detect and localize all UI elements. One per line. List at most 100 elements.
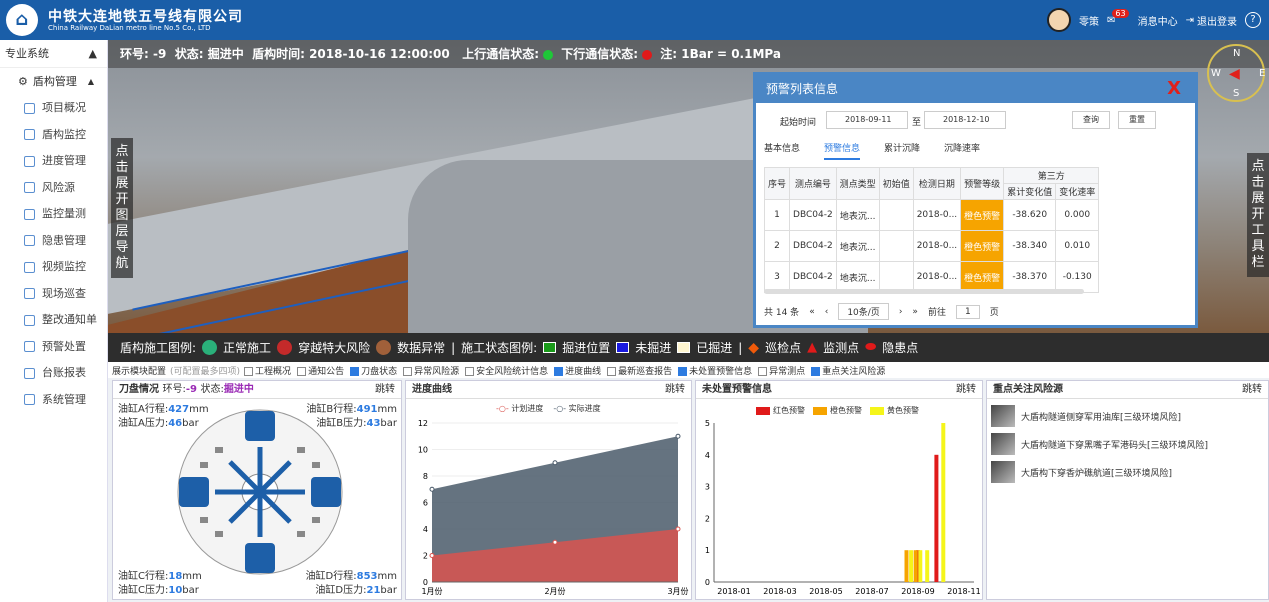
- legend-swatch: [870, 406, 884, 415]
- dialog-tab[interactable]: 预警信息: [824, 141, 861, 160]
- sidebar-system-toggle[interactable]: 专业系统 ▲: [0, 40, 107, 68]
- table-row[interactable]: 3 DBC04-2 地表沉... 2018-0... 橙色预警 -38.370 -0.130: [763, 261, 1100, 293]
- table-header: 测点类型: [835, 167, 880, 200]
- config-checkbox[interactable]: 未处置预警信息: [678, 364, 752, 377]
- config-checkbox[interactable]: 最新巡查报告: [607, 364, 672, 377]
- risk-label: 大盾构隧道侧穿军用油库[三级环境风险]: [1021, 412, 1182, 423]
- help-icon[interactable]: ?: [1245, 12, 1261, 28]
- last-page-button[interactable]: »: [912, 307, 918, 317]
- start-date-input[interactable]: 2018-09-11: [826, 111, 908, 129]
- dialog-tab[interactable]: 沉降速率: [944, 141, 980, 160]
- menu-icon: [24, 314, 35, 326]
- table-row[interactable]: 1 DBC04-2 地表沉... 2018-0... 橙色预警 -38.620 0.000: [763, 199, 1100, 231]
- table-cell: 0.000: [1055, 199, 1100, 231]
- config-checkbox[interactable]: 重点关注风险源: [811, 364, 885, 377]
- risk-jump-link[interactable]: 跳转: [1242, 381, 1262, 398]
- page-size-select[interactable]: 10条/页: [838, 303, 889, 320]
- risk-item[interactable]: 大盾构下穿香炉礁航道[三级环境风险]: [991, 461, 1268, 483]
- risk-item[interactable]: 大盾构隧道下穿黑嘴子军港码头[三级环境风险]: [991, 433, 1268, 455]
- first-page-button[interactable]: «: [809, 307, 815, 317]
- layer-nav-toggle[interactable]: 点击展开图层导航: [111, 138, 133, 278]
- sidebar-item-label: 现场巡查: [42, 286, 86, 300]
- x-tick-label: 2018-05: [809, 587, 842, 596]
- config-checkbox[interactable]: 通知公告: [297, 364, 344, 377]
- warning-panel: 未处置预警信息 跳转 红色预警 橙色预警 黄色预警 0 1 2 3 4 5 2018-01 2018…: [695, 380, 983, 600]
- risk-item[interactable]: 大盾构隧道侧穿军用油库[三级环境风险]: [991, 405, 1268, 427]
- user-avatar[interactable]: [1047, 8, 1072, 32]
- toolbar-toggle[interactable]: 点击展开工具栏: [1247, 153, 1269, 277]
- dialog-tab[interactable]: 累计沉降: [884, 141, 920, 160]
- sidebar-item[interactable]: 预警处置: [0, 334, 107, 361]
- horizontal-scrollbar[interactable]: [764, 289, 1084, 294]
- legend-label: 红色预警: [773, 406, 805, 415]
- app-header: ⌂ 中铁大连地铁五号线有限公司 China Railway DaLian met…: [0, 0, 1269, 40]
- compass-needle-icon: ◀: [1229, 66, 1240, 82]
- table-cell: 1: [763, 199, 791, 231]
- user-name[interactable]: 零策: [1079, 13, 1099, 28]
- gear-icon: ⚙: [18, 75, 28, 88]
- sidebar-item[interactable]: 进度管理: [0, 148, 107, 175]
- sidebar-item[interactable]: 现场巡查: [0, 281, 107, 308]
- message-center-button[interactable]: ✉ 63 消息中心: [1107, 8, 1178, 28]
- sidebar-item[interactable]: 视频监控: [0, 254, 107, 281]
- close-icon[interactable]: X: [1167, 75, 1181, 103]
- compass-west: W: [1211, 68, 1221, 79]
- next-page-button[interactable]: ›: [899, 307, 903, 317]
- sidebar: 专业系统 ▲ ⚙ 盾构管理 ▲ 项目概况 盾构监控 进度管理 风险源 监控量测 隐患管理 视频监控…: [0, 40, 108, 602]
- table-header: 测点编号: [789, 167, 837, 200]
- sidebar-item[interactable]: 盾构监控: [0, 122, 107, 149]
- progress-legend: -○- 计划进度 -○- 实际进度: [496, 403, 601, 414]
- note-value: 1Bar = 0.1MPa: [681, 47, 781, 61]
- sidebar-item[interactable]: 监控量测: [0, 201, 107, 228]
- checkbox-icon: [297, 366, 307, 376]
- legend-separator: |: [738, 340, 743, 355]
- progress-jump-link[interactable]: 跳转: [665, 381, 685, 398]
- compass-icon[interactable]: N S W E ◀: [1207, 44, 1265, 102]
- sidebar-item[interactable]: 项目概况: [0, 95, 107, 122]
- c-press-label: 油缸C压力:: [118, 585, 169, 596]
- sidebar-item[interactable]: 台账报表: [0, 360, 107, 387]
- config-label: 进度曲线: [565, 366, 602, 377]
- end-date-input[interactable]: 2018-12-10: [924, 111, 1006, 129]
- config-checkbox[interactable]: 安全风险统计信息: [465, 364, 548, 377]
- sidebar-item[interactable]: 隐患管理: [0, 228, 107, 255]
- sidebar-item[interactable]: 系统管理: [0, 387, 107, 414]
- logout-button[interactable]: ⇥ 退出登录: [1186, 13, 1237, 28]
- sidebar-item[interactable]: 整改通知单: [0, 307, 107, 334]
- y-tick-label: 10: [418, 446, 428, 455]
- cutter-jump-link[interactable]: 跳转: [375, 381, 395, 398]
- config-checkbox[interactable]: 刀盘状态: [350, 364, 397, 377]
- legend-abnormal: 数据异常: [397, 341, 446, 355]
- d-press-value: 21: [366, 585, 381, 596]
- reset-button[interactable]: 重置: [1118, 111, 1156, 129]
- time-label: 盾构时间:: [252, 47, 305, 61]
- warning-title: 未处置预警信息: [702, 384, 772, 395]
- config-checkbox[interactable]: 进度曲线: [554, 364, 601, 377]
- cutter-state-label: 状态:: [200, 384, 224, 395]
- page-number-input[interactable]: 1: [955, 304, 980, 319]
- sidebar-group-label: 盾构管理: [32, 75, 77, 88]
- prev-page-button[interactable]: ‹: [825, 307, 829, 317]
- message-center-label: 消息中心: [1137, 16, 1178, 28]
- sidebar-item[interactable]: 风险源: [0, 175, 107, 202]
- data-point: [429, 486, 435, 492]
- table-cell: 2: [763, 230, 791, 262]
- table-row[interactable]: 2 DBC04-2 地表沉... 2018-0... 橙色预警 -38.340 0.010: [763, 230, 1100, 262]
- major-risk-icon: [277, 340, 293, 355]
- dialog-tab[interactable]: 基本信息: [764, 141, 800, 160]
- time-value: 2018-10-16 12:00:00: [309, 47, 450, 61]
- data-point: [675, 526, 681, 532]
- warning-bar: [913, 550, 918, 582]
- config-checkbox[interactable]: 异常测点: [758, 364, 805, 377]
- checkbox-icon: [403, 366, 413, 376]
- config-checkbox[interactable]: 工程概况: [244, 364, 291, 377]
- table-cell: 0.010: [1055, 230, 1100, 262]
- warning-jump-link[interactable]: 跳转: [956, 381, 976, 398]
- plan-legend-marker: -○-: [496, 404, 509, 413]
- table-cell: 3: [763, 261, 791, 293]
- menu-icon: [24, 394, 35, 406]
- sidebar-item-label: 视频监控: [42, 260, 86, 273]
- sidebar-group-shield[interactable]: ⚙ 盾构管理 ▲: [0, 68, 107, 95]
- query-button[interactable]: 查询: [1072, 111, 1110, 129]
- config-checkbox[interactable]: 异常风险源: [403, 364, 459, 377]
